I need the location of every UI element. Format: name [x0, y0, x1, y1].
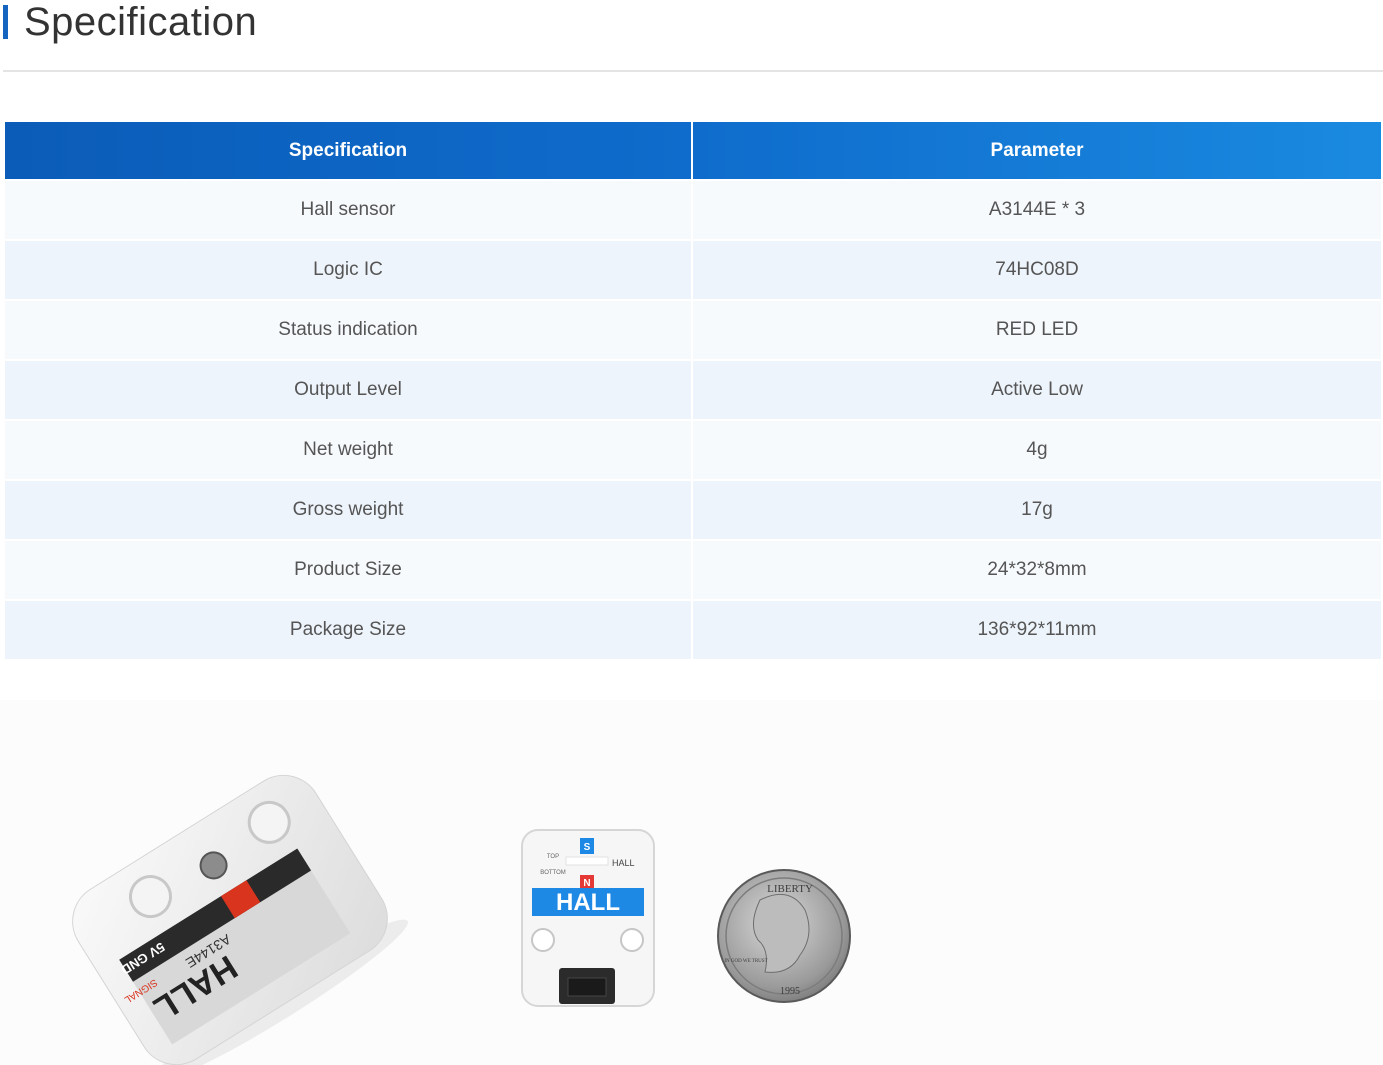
spec-value: 4g	[693, 419, 1381, 479]
table-row: Status indication RED LED	[5, 299, 1381, 359]
top-label: TOP	[547, 854, 559, 860]
spec-name: Status indication	[5, 299, 693, 359]
table-row: Package Size 136*92*11mm	[5, 599, 1381, 659]
front-hall-label: HALL	[556, 889, 620, 916]
module-angled-photo: 5V GND HALL A3144E SIGNAL	[72, 774, 408, 1065]
spec-name: Product Size	[5, 539, 693, 599]
title-accent-bar	[3, 5, 8, 39]
table-row: Hall sensor A3144E * 3	[5, 179, 1381, 239]
table-row: Gross weight 17g	[5, 479, 1381, 539]
spec-value: Active Low	[693, 359, 1381, 419]
header-parameter: Parameter	[693, 122, 1381, 179]
spec-value: A3144E * 3	[693, 179, 1381, 239]
coin-photo: LIBERTY 1995 IN GOD WE TRUST	[717, 869, 851, 1003]
spec-value: 136*92*11mm	[693, 599, 1381, 659]
spec-name: Net weight	[5, 419, 693, 479]
table-row: Logic IC 74HC08D	[5, 239, 1381, 299]
table-row: Product Size 24*32*8mm	[5, 539, 1381, 599]
product-photo-illustration: 5V GND HALL A3144E SIGNAL S N TOP BOTTOM…	[72, 774, 851, 1065]
spec-name: Hall sensor	[5, 179, 693, 239]
spec-name: Output Level	[5, 359, 693, 419]
s-pole-label: S	[584, 842, 591, 853]
product-photos: 5V GND HALL A3144E SIGNAL S N TOP BOTTOM…	[0, 700, 1383, 1065]
table-header-row: Specification Parameter	[5, 122, 1381, 179]
bottom-label: BOTTOM	[540, 870, 566, 876]
spec-value: 24*32*8mm	[693, 539, 1381, 599]
header-specification: Specification	[5, 122, 693, 179]
spec-name: Package Size	[5, 599, 693, 659]
title-divider	[3, 70, 1383, 72]
spec-name: Logic IC	[5, 239, 693, 299]
module-front-photo: S N TOP BOTTOM HALL HALL	[521, 829, 655, 1007]
spec-value: 17g	[693, 479, 1381, 539]
table-row: Output Level Active Low	[5, 359, 1381, 419]
n-pole-label: N	[583, 878, 590, 889]
spec-name: Gross weight	[5, 479, 693, 539]
small-hall-label: HALL	[612, 858, 635, 868]
table-row: Net weight 4g	[5, 419, 1381, 479]
coin-motto-label: IN GOD WE TRUST	[724, 959, 767, 964]
coin-liberty-label: LIBERTY	[767, 883, 813, 895]
coin-year-label: 1995	[780, 986, 800, 997]
section-header: Specification	[3, 0, 257, 44]
page-title: Specification	[24, 0, 258, 44]
spec-value: RED LED	[693, 299, 1381, 359]
spec-value: 74HC08D	[693, 239, 1381, 299]
spec-table: Specification Parameter Hall sensor A314…	[5, 122, 1381, 659]
